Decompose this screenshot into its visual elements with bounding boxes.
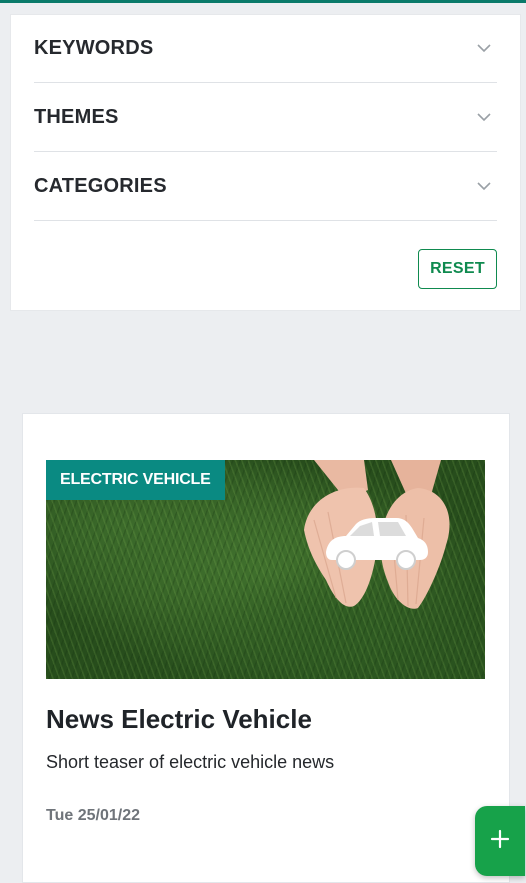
filters-panel: KEYWORDS THEMES CATEGORIES RESET — [11, 15, 520, 310]
category-badge[interactable]: ELECTRIC VEHICLE — [46, 460, 225, 500]
news-teaser: Short teaser of electric vehicle news — [46, 752, 335, 772]
news-card[interactable]: ELECTRIC VEHICLE News Electric Vehicle S… — [23, 414, 509, 882]
accordion-categories[interactable]: CATEGORIES — [34, 153, 497, 221]
news-title[interactable]: News Electric Vehicle — [46, 704, 312, 735]
news-date: Tue 25/01/22 — [46, 807, 140, 824]
accordion-themes[interactable]: THEMES — [34, 84, 497, 152]
chevron-down-icon — [477, 180, 491, 194]
accordion-label: KEYWORDS — [34, 37, 154, 59]
reset-button[interactable]: RESET — [418, 249, 497, 289]
add-button[interactable] — [475, 806, 525, 876]
chevron-down-icon — [477, 111, 491, 125]
plus-icon — [490, 829, 510, 854]
top-accent-border — [0, 0, 526, 3]
accordion-label: CATEGORIES — [34, 175, 167, 197]
accordion-keywords[interactable]: KEYWORDS — [34, 15, 497, 83]
chevron-down-icon — [477, 42, 491, 56]
accordion-label: THEMES — [34, 106, 119, 128]
